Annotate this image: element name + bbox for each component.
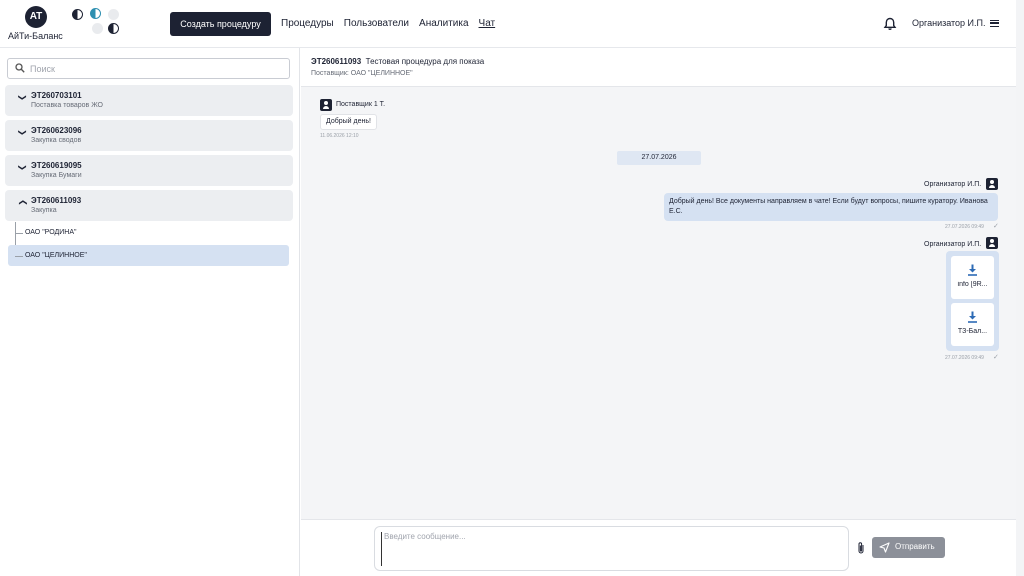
procedure-item-expanded[interactable]: ❯ ЭТ260611093 Закупка — [5, 190, 293, 221]
message-timestamp: 27.07.2026 09:49 — [945, 224, 984, 230]
procedure-desc: Закупка сводов — [31, 137, 82, 144]
top-header: AT АйТи-Баланс Создать процедуру Процеду… — [0, 0, 1024, 48]
create-procedure-button[interactable]: Создать процедуру — [170, 12, 271, 36]
message-sender: Организатор И.П. — [924, 241, 982, 248]
tree-connector — [15, 233, 23, 234]
menu-icon — [989, 20, 999, 28]
chat-subtitle: Поставщик: ОАО "ЦЕЛИННОЕ" — [311, 70, 413, 77]
procedure-desc: Закупка Бумаги — [31, 172, 82, 179]
file-attachment[interactable]: ТЗ-Бал... — [951, 303, 994, 346]
page-scrollbar[interactable] — [1016, 0, 1024, 576]
nav-procedures[interactable]: Процедуры — [281, 18, 334, 29]
download-icon — [968, 264, 977, 276]
file-name: ТЗ-Бал... — [957, 328, 988, 335]
file-attachment[interactable]: info [9R... — [951, 256, 994, 299]
chevron-up-icon: ❯ — [17, 199, 27, 206]
bell-icon[interactable] — [883, 17, 897, 31]
user-avatar-icon — [986, 237, 998, 249]
message-timestamp: 27.07.2026 09:49 — [945, 355, 984, 361]
message-timestamp: 11.06.2026 12:10 — [320, 133, 359, 139]
send-button[interactable]: Отправить — [872, 537, 945, 558]
procedure-id: ЭТ260611093 — [31, 196, 82, 205]
search-input[interactable] — [30, 62, 280, 76]
chat-procedure-id: ЭТ260611093 — [311, 57, 362, 66]
user-avatar-icon — [986, 178, 998, 190]
date-separator: 27.07.2026 — [617, 151, 701, 165]
search-box[interactable] — [7, 58, 290, 79]
message-sender: Организатор И.П. — [924, 181, 982, 188]
chat-title: ЭТ260611093 Тестовая процедура для показ… — [311, 57, 484, 66]
decorative-dots — [70, 7, 122, 35]
tree-connector — [15, 256, 23, 257]
nav-users[interactable]: Пользователи — [344, 18, 409, 29]
procedure-item[interactable]: ❯ ЭТ260623096 Закупка сводов — [5, 120, 293, 151]
chevron-down-icon: ❯ — [17, 94, 27, 101]
procedure-item[interactable]: ❯ ЭТ260703101 Поставка товаров ЖО — [5, 85, 293, 116]
paperclip-icon[interactable] — [857, 541, 865, 555]
procedure-id: ЭТ260619095 — [31, 161, 82, 170]
message-bubble-outgoing: Добрый день! Все документы направляем в … — [664, 193, 998, 221]
attachments-bubble: info [9R... ТЗ-Бал... — [946, 251, 999, 351]
procedure-id: ЭТ260703101 — [31, 91, 82, 100]
message-sender: Поставщик 1 Т. — [336, 101, 386, 108]
user-avatar-icon — [320, 99, 332, 111]
procedure-id: ЭТ260623096 — [31, 126, 82, 135]
message-bubble-incoming: Добрый день! — [320, 114, 377, 130]
user-name: Организатор И.П. — [912, 18, 986, 28]
send-button-label: Отправить — [895, 542, 935, 551]
supplier-item[interactable]: ОАО "РОДИНА" — [25, 229, 76, 236]
chat-panel: ЭТ260611093 Тестовая процедура для показ… — [301, 48, 1016, 576]
nav-chat[interactable]: Чат — [479, 18, 496, 29]
procedure-desc: Поставка товаров ЖО — [31, 102, 103, 109]
send-icon — [879, 542, 890, 553]
procedure-item[interactable]: ❯ ЭТ260619095 Закупка Бумаги — [5, 155, 293, 186]
sidebar: ❯ ЭТ260703101 Поставка товаров ЖО ❯ ЭТ26… — [0, 48, 300, 576]
file-name: info [9R... — [957, 281, 988, 288]
supplier-label: ОАО "ЦЕЛИННОЕ" — [25, 252, 87, 259]
logo-mark: AT — [25, 6, 47, 28]
chat-procedure-title: Тестовая процедура для показа — [365, 57, 485, 66]
user-menu[interactable]: Организатор И.П. — [912, 18, 999, 28]
check-icon: ✓ — [993, 354, 999, 361]
chevron-down-icon: ❯ — [17, 129, 27, 136]
logo[interactable]: AT АйТи-Баланс — [8, 5, 64, 43]
logo-text: АйТи-Баланс — [8, 31, 63, 41]
chevron-down-icon: ❯ — [17, 164, 27, 171]
nav-analytics[interactable]: Аналитика — [419, 18, 469, 29]
search-icon — [15, 63, 25, 73]
message-composer: Отправить — [301, 519, 1016, 576]
message-box[interactable] — [374, 526, 849, 571]
procedure-desc: Закупка — [31, 207, 57, 214]
main-nav: Процедуры Пользователи Аналитика Чат — [281, 18, 495, 29]
message-input[interactable] — [381, 532, 841, 566]
check-icon: ✓ — [993, 223, 999, 230]
chat-header: ЭТ260611093 Тестовая процедура для показ… — [301, 48, 1016, 87]
download-icon — [968, 311, 977, 323]
